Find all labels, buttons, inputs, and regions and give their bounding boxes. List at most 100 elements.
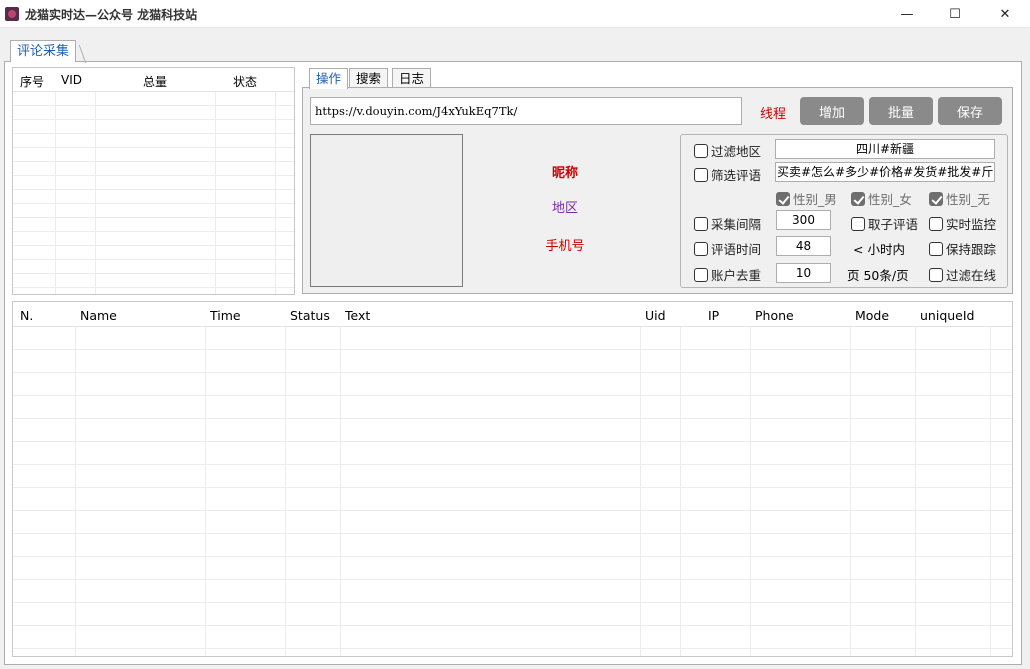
hours-suffix-label: < 小时内	[853, 242, 905, 257]
checkbox-label: 实时监控	[946, 217, 997, 232]
batch-button[interactable]: 批量	[869, 97, 933, 125]
comment-time-checkbox[interactable]: 评语时间	[694, 239, 761, 258]
grid-line	[13, 533, 1012, 534]
column-header-total[interactable]: 总量	[143, 73, 167, 90]
results-table[interactable]: N. Name Time Status Text Uid IP Phone Mo…	[12, 301, 1013, 657]
keep-follow-checkbox[interactable]: 保持跟踪	[929, 239, 996, 258]
filter-region-input[interactable]: 四川#新疆	[775, 139, 995, 159]
app-logo-icon	[5, 7, 19, 21]
grid-line	[13, 203, 294, 204]
grid-line	[13, 556, 1012, 557]
column-header-mode[interactable]: Mode	[855, 308, 889, 323]
checkbox-box[interactable]	[694, 267, 708, 282]
filter-online-checkbox[interactable]: 过滤在线	[929, 265, 996, 284]
filter-comment-input[interactable]: 买卖#怎么#多少#价格#发货#批发#斤#吨#	[775, 162, 995, 182]
column-header-time[interactable]: Time	[210, 308, 241, 323]
page-suffix-label: 页 50条/页	[847, 268, 909, 283]
grid-line	[13, 287, 294, 288]
close-button[interactable]: ✕	[982, 0, 1028, 28]
gender-none-checkbox[interactable]: 性别_无	[929, 189, 990, 208]
column-header-name[interactable]: Name	[80, 308, 117, 323]
grid-line	[13, 259, 294, 260]
avatar-preview	[310, 134, 463, 287]
grid-line	[13, 217, 294, 218]
grid-line	[13, 602, 1012, 603]
column-header-status[interactable]: Status	[290, 308, 330, 323]
interval-input[interactable]: 300	[776, 210, 831, 230]
checkbox-box[interactable]	[929, 191, 943, 206]
dedupe-account-checkbox[interactable]: 账户去重	[694, 265, 761, 284]
checkbox-label: 账户去重	[711, 268, 762, 283]
minimize-button[interactable]: —	[884, 0, 930, 28]
grid-line	[55, 92, 56, 294]
grid-line	[13, 147, 294, 148]
column-header-ip[interactable]: IP	[708, 308, 719, 323]
grid-line	[850, 327, 851, 656]
column-header-status[interactable]: 状态	[233, 73, 257, 90]
checkbox-label: 过滤地区	[711, 144, 762, 159]
window-title: 龙猫实时达—公众号 龙猫科技站	[25, 8, 198, 22]
grid-line	[75, 327, 76, 656]
title-bar: 龙猫实时达—公众号 龙猫科技站 — ☐ ✕	[0, 0, 1030, 28]
checkbox-box[interactable]	[929, 241, 943, 256]
checkbox-box[interactable]	[694, 167, 708, 182]
grid-line	[13, 395, 1012, 396]
results-table-header: N. Name Time Status Text Uid IP Phone Mo…	[13, 302, 1012, 327]
grid-line	[13, 245, 294, 246]
video-list-header: 序号 VID 总量 状态	[13, 68, 294, 92]
checkbox-box[interactable]	[694, 143, 708, 158]
grid-line	[13, 441, 1012, 442]
grid-line	[13, 579, 1012, 580]
column-header-vid[interactable]: VID	[61, 73, 82, 87]
column-header-uid[interactable]: Uid	[645, 308, 666, 323]
add-button[interactable]: 增加	[800, 97, 864, 125]
checkbox-box[interactable]	[694, 216, 708, 231]
checkbox-label: 保持跟踪	[946, 242, 997, 257]
realtime-monitor-checkbox[interactable]: 实时监控	[929, 214, 996, 233]
grid-line	[13, 133, 294, 134]
grid-line	[13, 464, 1012, 465]
column-header-index[interactable]: 序号	[20, 73, 44, 90]
column-header-uniqueid[interactable]: uniqueId	[920, 308, 975, 323]
tab-comment-collect[interactable]: 评论采集	[10, 40, 77, 62]
checkbox-label: 采集间隔	[711, 217, 762, 232]
checkbox-box[interactable]	[929, 267, 943, 282]
phone-label: 手机号	[545, 239, 585, 254]
column-header-text[interactable]: Text	[345, 308, 370, 323]
column-header-phone[interactable]: Phone	[755, 308, 794, 323]
tab-search[interactable]: 搜索	[349, 68, 389, 88]
url-input[interactable]: https://v.douyin.com/J4xYukEq7Tk/	[310, 97, 742, 125]
checkbox-box[interactable]	[776, 191, 790, 206]
page-count-input[interactable]: 10	[776, 263, 831, 283]
thread-label[interactable]: 线程	[760, 103, 786, 122]
interval-checkbox[interactable]: 采集间隔	[694, 214, 761, 233]
grid-line	[13, 119, 294, 120]
checkbox-box[interactable]	[929, 216, 943, 231]
grid-line	[13, 161, 294, 162]
filter-region-checkbox[interactable]: 过滤地区	[694, 141, 761, 160]
checkbox-label: 性别_男	[793, 192, 837, 207]
tab-operation[interactable]: 操作	[309, 68, 349, 89]
grid-line	[13, 418, 1012, 419]
grid-line	[13, 175, 294, 176]
grid-line	[13, 273, 294, 274]
filter-comment-checkbox[interactable]: 筛选评语	[694, 165, 761, 184]
checkbox-label: 过滤在线	[946, 268, 997, 283]
tab-log[interactable]: 日志	[392, 68, 432, 88]
video-list[interactable]: 序号 VID 总量 状态	[12, 67, 295, 295]
nickname-label: 昵称	[551, 166, 578, 181]
gender-female-checkbox[interactable]: 性别_女	[851, 189, 912, 208]
checkbox-box[interactable]	[694, 241, 708, 256]
sub-comment-checkbox[interactable]: 取子评语	[851, 214, 918, 233]
comment-time-input[interactable]: 48	[776, 236, 831, 256]
grid-line	[13, 372, 1012, 373]
grid-line	[13, 189, 294, 190]
maximize-button[interactable]: ☐	[932, 0, 978, 28]
column-header-n[interactable]: N.	[20, 308, 33, 323]
checkbox-box[interactable]	[851, 191, 865, 206]
grid-line	[680, 327, 681, 656]
save-button[interactable]: 保存	[938, 97, 1002, 125]
grid-line	[915, 327, 916, 656]
gender-male-checkbox[interactable]: 性别_男	[776, 189, 837, 208]
checkbox-box[interactable]	[851, 216, 865, 231]
